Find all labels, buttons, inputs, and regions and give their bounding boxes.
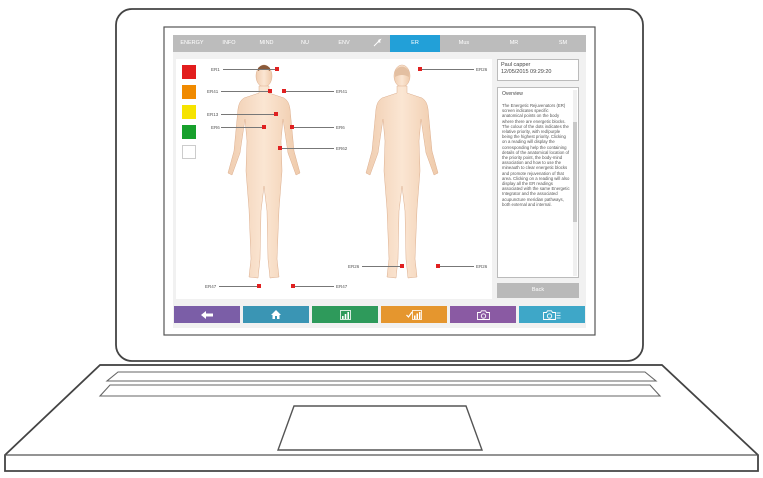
- tab-sm[interactable]: SM: [540, 35, 586, 52]
- back-arrow-button[interactable]: [174, 306, 240, 323]
- overview-title: Overview: [502, 91, 523, 97]
- home-button[interactable]: [243, 306, 309, 323]
- priority-swatch-red[interactable]: [182, 65, 196, 79]
- point-er1[interactable]: [275, 67, 279, 71]
- app-screen: ENERGY INFO MIND NU ENV ER Mus MR SM ER1…: [173, 35, 586, 328]
- tab-energy[interactable]: ENERGY: [173, 35, 211, 52]
- tab-er[interactable]: ER: [390, 35, 440, 52]
- priority-swatch-yellow[interactable]: [182, 105, 196, 119]
- point-label-er1: ER1: [211, 67, 220, 72]
- info-panel: Paul capper 12/05/2015 09:29:20 Overview…: [497, 59, 581, 299]
- overview-box[interactable]: Overview The Energetic Rejuvenators (ER)…: [497, 87, 579, 278]
- check-chart-icon: [406, 309, 422, 320]
- patient-info: Paul capper 12/05/2015 09:29:20: [497, 59, 579, 81]
- point-label-er47-left: ER47: [205, 284, 217, 289]
- bottom-toolbar: [174, 306, 585, 323]
- point-er41-left[interactable]: [268, 89, 272, 93]
- chart-icon: [339, 309, 351, 320]
- body-map-canvas: ER1 ER41 ER41 ER13 ER6 ER6 ER62 ER47 ER4…: [176, 59, 492, 299]
- point-label-er47-right: ER47: [336, 284, 348, 289]
- tab-nu[interactable]: NU: [286, 35, 324, 52]
- tab-info[interactable]: INFO: [211, 35, 247, 52]
- tab-mind[interactable]: MIND: [247, 35, 286, 52]
- point-label-er41-left: ER41: [207, 89, 219, 94]
- point-label-er26-top: ER26: [476, 67, 488, 72]
- tab-mus[interactable]: Mus: [440, 35, 488, 52]
- top-navigation: ENERGY INFO MIND NU ENV ER Mus MR SM: [173, 35, 586, 52]
- point-label-er26-left: ER26: [348, 264, 360, 269]
- overview-scroll-thumb[interactable]: [573, 122, 577, 222]
- front-body-figure: [227, 64, 301, 279]
- point-er47-left[interactable]: [257, 284, 261, 288]
- camera-icon: [476, 309, 490, 320]
- point-label-er26-right: ER26: [476, 264, 488, 269]
- camera-settings-icon: [543, 309, 561, 320]
- camera-settings-button[interactable]: [519, 306, 585, 323]
- wrench-icon: [373, 38, 382, 47]
- point-er6-left[interactable]: [262, 125, 266, 129]
- back-body-figure: [365, 64, 439, 279]
- point-label-er41-right: ER41: [336, 89, 348, 94]
- check-chart-button[interactable]: [381, 306, 447, 323]
- tab-mr[interactable]: MR: [488, 35, 540, 52]
- back-arrow-icon: [201, 310, 213, 319]
- priority-swatch-green[interactable]: [182, 125, 196, 139]
- point-label-er62: ER62: [336, 146, 348, 151]
- overview-text: The Energetic Rejuvenators (ER) screen i…: [502, 103, 570, 207]
- tab-tool[interactable]: [364, 35, 390, 52]
- session-datetime: 12/05/2015 09:29:20: [501, 68, 552, 75]
- home-icon: [271, 310, 281, 319]
- point-er26-left[interactable]: [400, 264, 404, 268]
- point-er13[interactable]: [274, 112, 278, 116]
- tab-env[interactable]: ENV: [324, 35, 364, 52]
- back-button[interactable]: Back: [497, 283, 579, 298]
- camera-button[interactable]: [450, 306, 516, 323]
- point-label-er6-right: ER6: [336, 125, 345, 130]
- point-label-er13: ER13: [207, 112, 219, 117]
- chart-button[interactable]: [312, 306, 378, 323]
- priority-swatch-white[interactable]: [182, 145, 196, 159]
- priority-swatch-orange[interactable]: [182, 85, 196, 99]
- point-label-er6-left: ER6: [211, 125, 220, 130]
